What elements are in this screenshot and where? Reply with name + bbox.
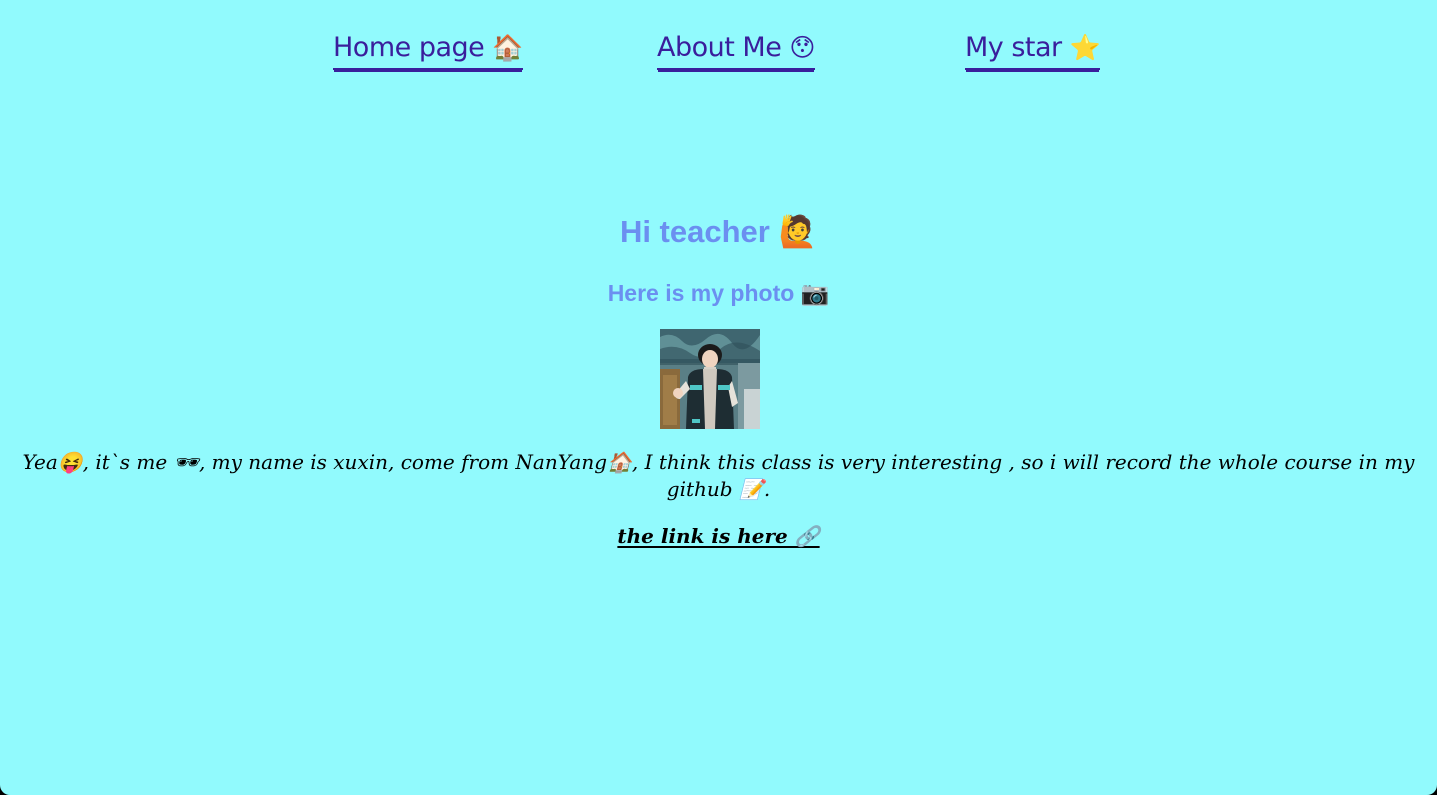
house-icon: 🏠 — [492, 33, 523, 62]
profile-photo — [660, 329, 760, 429]
photo-heading: Here is my photo 📷 — [607, 280, 830, 306]
surprised-face-icon: 😯 — [789, 33, 815, 62]
intro-paragraph: Yea😝, it`s me 🕶, my name is xuxin, come … — [22, 450, 1415, 501]
nav-link-about[interactable]: About Me 😯 — [657, 28, 815, 70]
top-nav: Home page 🏠 About Me 😯 My star ⭐ — [0, 28, 1437, 72]
nav-link-about-label: About Me — [657, 32, 782, 63]
github-link-row: the link is here 🔗 — [0, 522, 1437, 550]
github-link[interactable]: the link is here 🔗 — [617, 524, 819, 548]
nav-link-star-label: My star — [965, 32, 1062, 63]
star-icon: ⭐ — [1069, 33, 1101, 62]
page-title: Hi teacher 🙋 — [619, 214, 818, 249]
page: Home page 🏠 About Me 😯 My star ⭐ Hi teac… — [0, 0, 1437, 795]
nav-link-home-label: Home page — [333, 32, 485, 63]
nav-link-home[interactable]: Home page 🏠 — [333, 28, 523, 70]
nav-link-star[interactable]: My star ⭐ — [965, 28, 1101, 70]
